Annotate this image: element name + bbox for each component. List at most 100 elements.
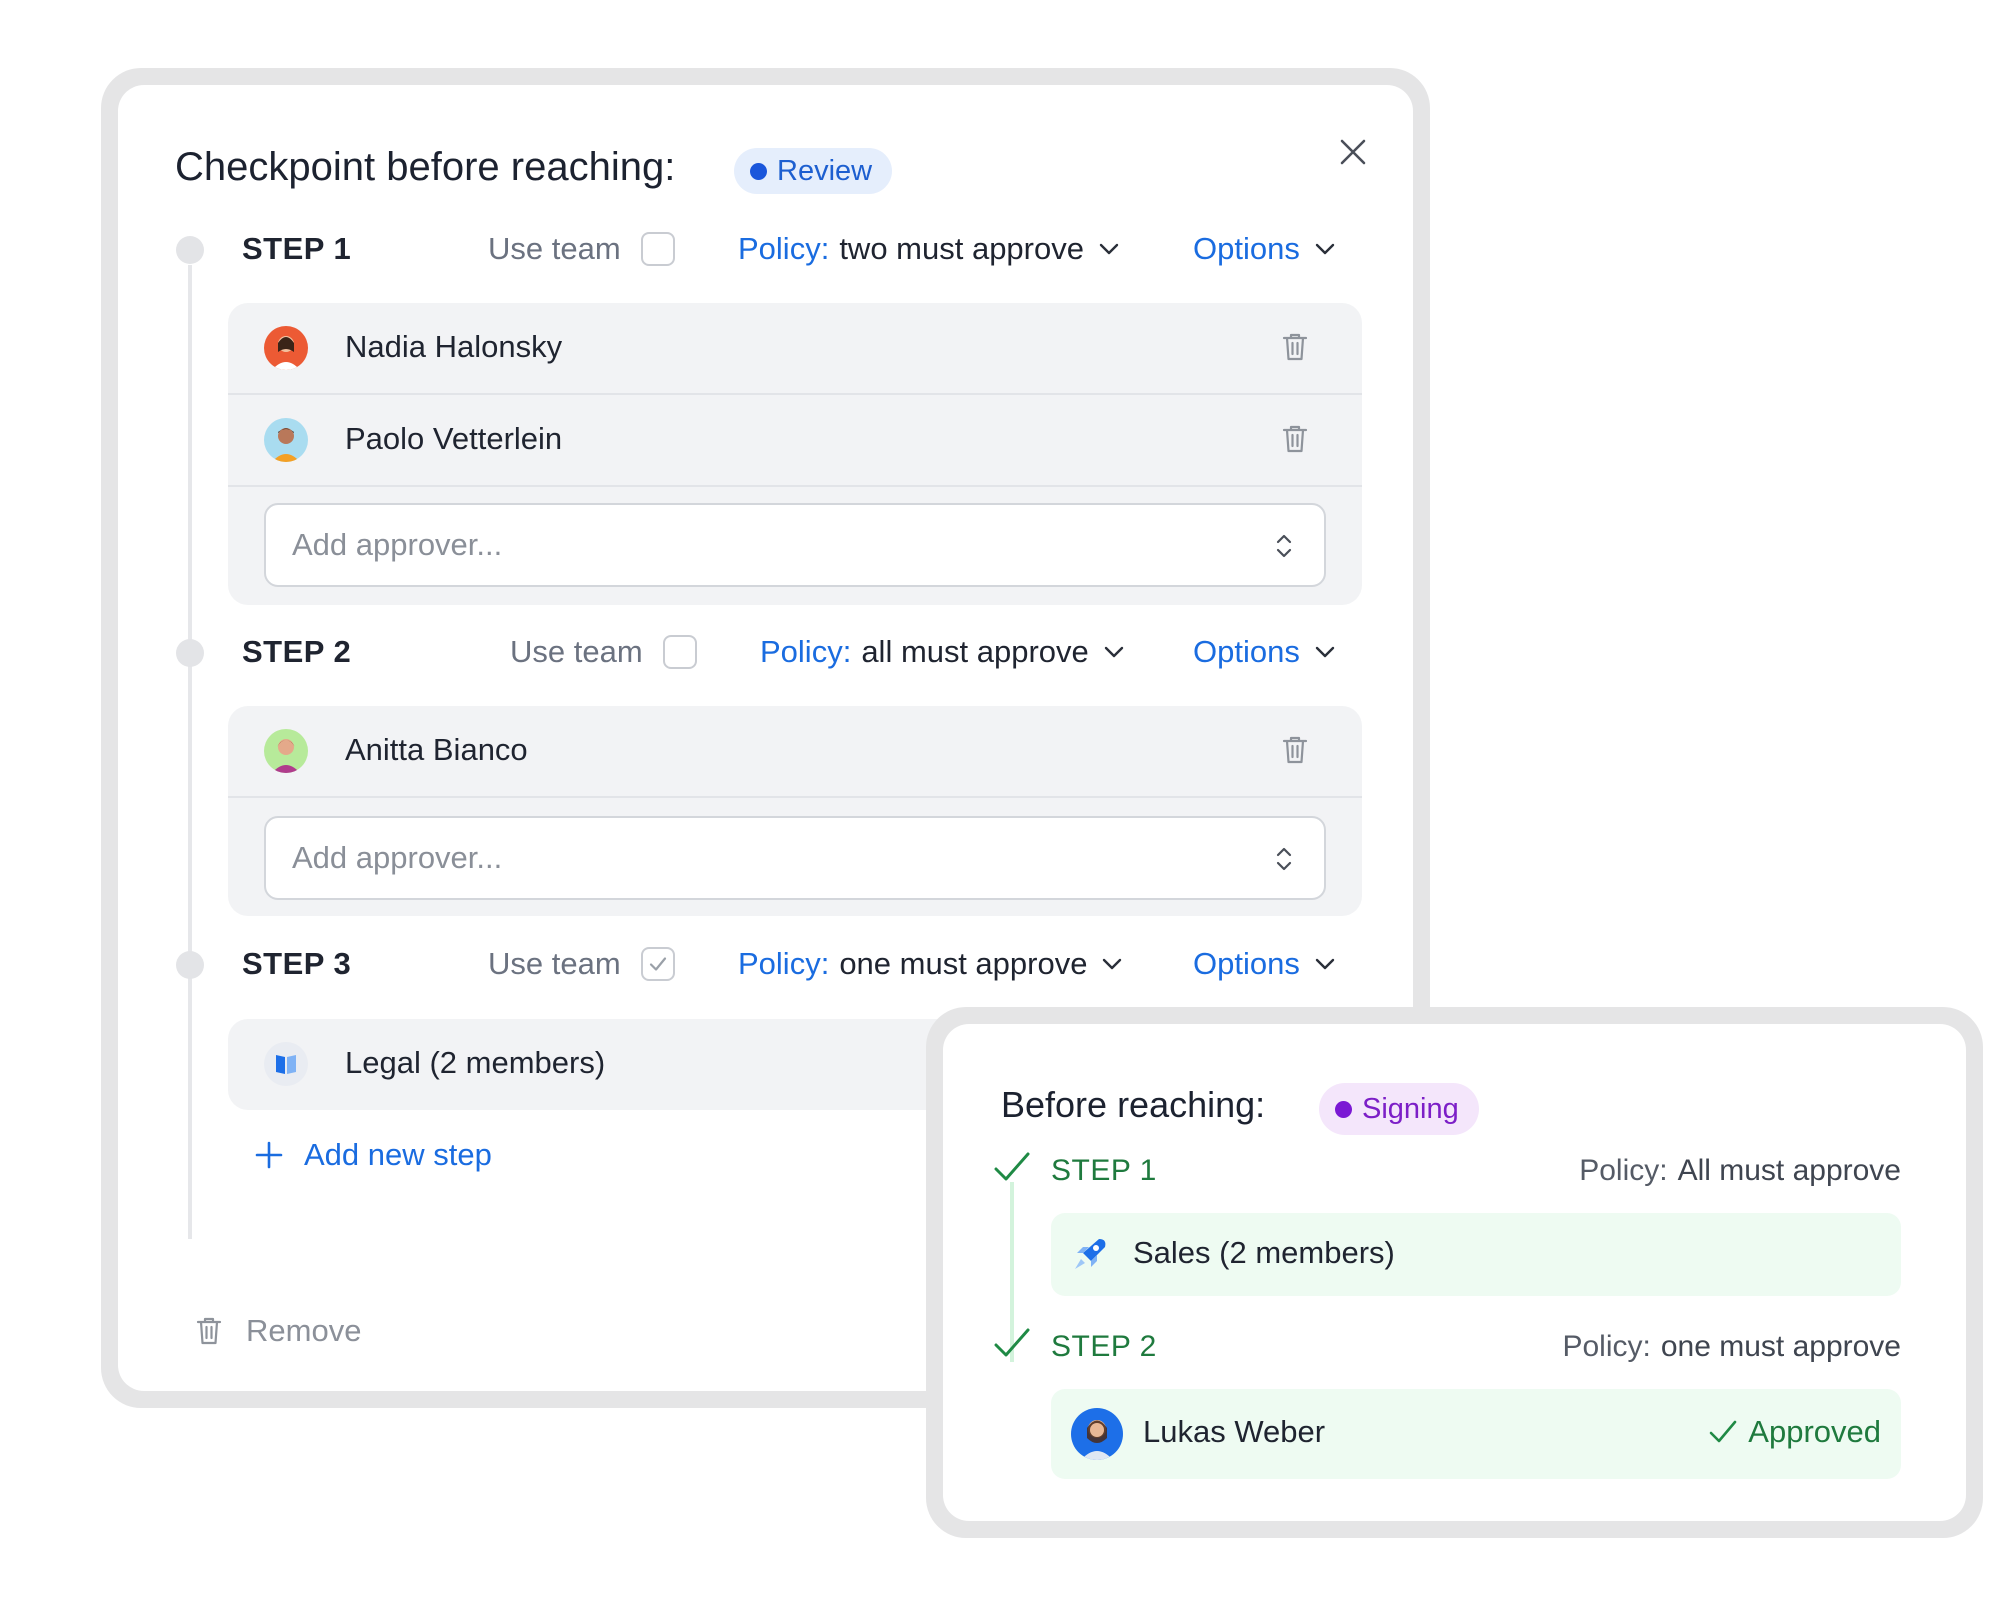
team-name: Legal (2 members) [345,1045,606,1080]
summary-step-1-policy: Policy: All must approve [1579,1154,1901,1188]
chevron-down-icon [1099,243,1119,255]
approver-row: Paolo Vetterlein [228,395,1362,486]
dialog-title: Checkpoint before reaching: [175,145,676,189]
step-1-options-dropdown[interactable]: Options [1193,231,1336,267]
policy-key: Policy: [1579,1154,1668,1187]
add-new-step-label: Add new step [304,1137,492,1172]
step-1-approvers-panel: Nadia Halonsky Paolo Vetterlein Add appr… [228,303,1362,605]
summary-step-2-row: Lukas Weber Approved [1051,1389,1901,1479]
approver-name: Nadia Halonsky [345,329,563,364]
step-3-policy-dropdown[interactable]: Policy: one must approve [738,946,1123,982]
step-3-options-dropdown[interactable]: Options [1193,946,1336,982]
approved-status: Approved [1708,1414,1881,1450]
use-team-checkbox-checked[interactable] [640,947,675,981]
use-team-label: Use team [488,231,621,266]
step-complete-check [993,1327,1031,1366]
summary-step-1-label: STEP 1 [1051,1154,1157,1187]
policy-value: two must approve [839,231,1084,266]
summary-step-2-label: STEP 2 [1051,1330,1157,1363]
check-icon [649,957,666,971]
delete-approver-button[interactable] [1280,423,1310,460]
policy-value: All must approve [1677,1154,1901,1187]
step-1-use-team: Use team [488,231,675,267]
timeline-line [188,265,192,1239]
step-2-policy-dropdown[interactable]: Policy: all must approve [760,634,1125,670]
plus-icon [255,1141,283,1169]
policy-key: Policy: [738,946,830,981]
status-dot-icon [1335,1100,1352,1118]
check-icon [994,1328,1030,1357]
add-approver-select[interactable]: Add approver... [264,816,1326,900]
delete-approver-button[interactable] [1280,331,1310,368]
approved-label: Approved [1748,1414,1881,1449]
trash-icon [1282,333,1308,361]
signing-summary-frame: Before reaching: Signing STEP 1 Policy: A… [926,1007,1983,1538]
use-team-checkbox[interactable] [662,635,697,669]
avatar [264,418,308,462]
options-label: Options [1193,946,1300,981]
team-name: Sales (2 members) [1133,1235,1395,1270]
row-divider [228,485,1362,487]
signing-summary-card: Before reaching: Signing STEP 1 Policy: A… [943,1024,1966,1521]
timeline-dot-step-3 [176,951,204,979]
chevron-up-down-icon [1276,847,1292,871]
chevron-up-down-icon [1276,534,1292,558]
check-icon [1709,1420,1737,1443]
add-new-step-button[interactable]: Add new step [254,1137,492,1173]
approver-row: Anitta Bianco [228,706,1362,797]
chevron-down-icon [1103,958,1122,970]
step-2-approvers-panel: Anitta Bianco Add approver... [228,706,1362,916]
policy-value: one must approve [839,946,1088,981]
stage-chip-label: Signing [1362,1092,1459,1125]
row-divider [228,796,1362,798]
team-avatar [264,1042,308,1086]
options-label: Options [1193,634,1300,669]
approver-row: Nadia Halonsky [228,303,1362,394]
approver-name: Anitta Bianco [345,732,528,767]
step-1-label: STEP 1 [242,231,352,266]
add-approver-placeholder: Add approver... [292,527,503,562]
step-2-use-team: Use team [510,634,697,670]
team-avatar [1069,1233,1111,1280]
summary-step-1-row: Sales (2 members) [1051,1213,1901,1296]
policy-key: Policy: [760,634,852,669]
remove-button[interactable]: Remove [194,1313,361,1349]
use-team-checkbox[interactable] [640,232,675,266]
chevron-down-icon [1315,646,1335,658]
step-2-label: STEP 2 [242,634,352,669]
use-team-label: Use team [488,946,621,981]
chevron-down-icon [1315,958,1335,970]
summary-title: Before reaching: [1001,1084,1266,1125]
chevron-down-icon [1104,646,1123,658]
timeline-dot-step-2 [176,639,204,667]
step-3-use-team: Use team [488,946,675,982]
policy-key: Policy: [1562,1330,1651,1363]
policy-value: all must approve [861,634,1089,669]
summary-step-2-policy: Policy: one must approve [1562,1330,1901,1364]
approver-name: Lukas Weber [1143,1414,1326,1449]
delete-approver-button[interactable] [1280,734,1310,771]
add-approver-select[interactable]: Add approver... [264,503,1326,587]
stage-chip-review: Review [734,148,893,194]
timeline-dot-step-1 [176,236,204,264]
rocket-icon [1075,1239,1106,1269]
chevron-down-icon [1315,243,1335,255]
trash-icon [196,1317,222,1345]
avatar [264,326,308,370]
stage-chip-signing: Signing [1319,1083,1479,1135]
step-2-options-dropdown[interactable]: Options [1193,634,1336,670]
trash-icon [1282,736,1308,764]
close-button[interactable] [1333,132,1373,172]
options-label: Options [1193,231,1300,266]
step-1-policy-dropdown[interactable]: Policy: two must approve [738,231,1120,267]
trash-icon [1282,425,1308,453]
policy-value: one must approve [1660,1330,1901,1363]
close-icon [1340,139,1366,165]
step-3-label: STEP 3 [242,946,352,981]
remove-label: Remove [246,1313,362,1348]
status-dot-icon [750,162,767,180]
avatar [264,729,308,773]
book-icon [276,1055,296,1074]
use-team-label: Use team [510,634,643,669]
check-icon [994,1152,1030,1181]
